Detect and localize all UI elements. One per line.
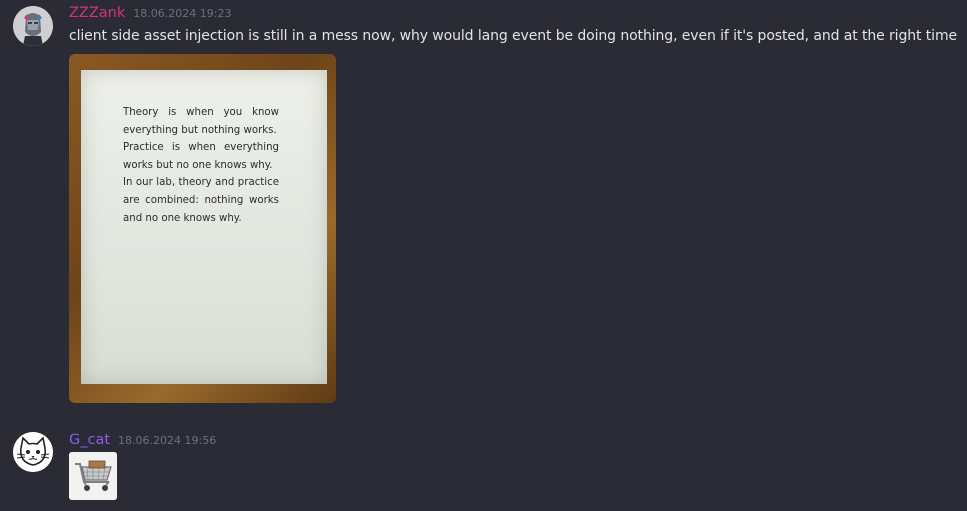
note-text: Theory is when you know everything but n…	[123, 104, 279, 227]
avatar[interactable]	[13, 432, 53, 472]
image-attachment[interactable]: Theory is when you know everything but n…	[69, 54, 336, 403]
note-paragraph: Theory is when you know everything but n…	[123, 107, 279, 136]
avatar[interactable]	[13, 6, 53, 46]
username[interactable]: ZZZank	[69, 5, 125, 21]
note-paper: Theory is when you know everything but n…	[81, 70, 327, 384]
message-text: client side asset injection is still in …	[69, 28, 957, 44]
cat-avatar-icon	[13, 432, 53, 472]
note-paragraph: Practice is when everything works but no…	[123, 142, 279, 171]
image-attachment[interactable]	[69, 452, 117, 500]
user-avatar-icon	[13, 6, 53, 46]
chat-message-list: ZZZank 18.06.2024 19:23 client side asse…	[0, 0, 967, 511]
shopping-cart-icon	[69, 452, 117, 500]
username[interactable]: G_cat	[69, 432, 110, 448]
timestamp: 18.06.2024 19:56	[118, 434, 217, 447]
timestamp: 18.06.2024 19:23	[133, 7, 232, 20]
message-header: ZZZank 18.06.2024 19:23	[69, 5, 231, 21]
message-header: G_cat 18.06.2024 19:56	[69, 432, 216, 448]
note-paragraph: In our lab, theory and practice are comb…	[123, 177, 279, 224]
